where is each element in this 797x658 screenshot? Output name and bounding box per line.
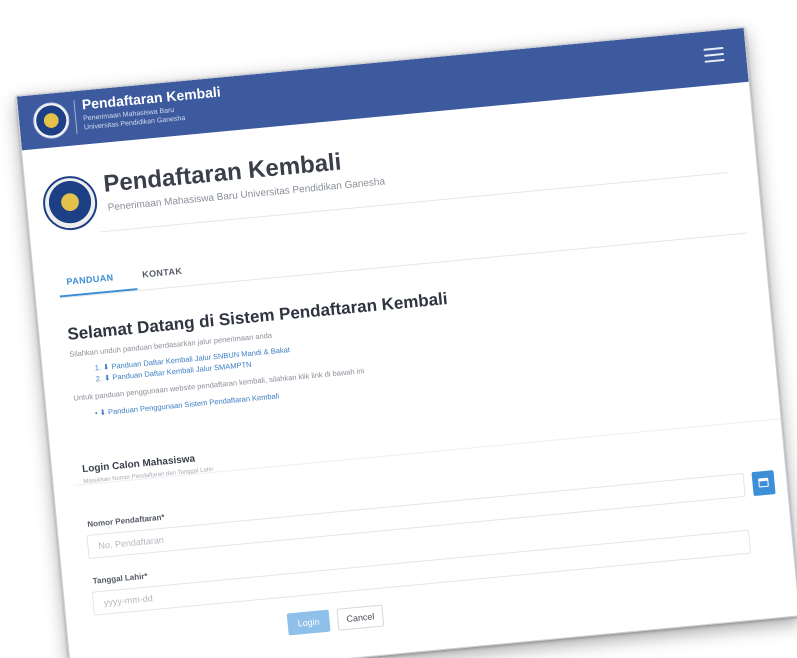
login-divider: [73, 418, 781, 487]
screenshot-scene: Pendaftaran Kembali Penerimaan Mahasiswa…: [0, 0, 797, 658]
top-navbar: Pendaftaran Kembali Penerimaan Mahasiswa…: [16, 27, 749, 151]
university-logo-icon[interactable]: [31, 100, 71, 141]
hamburger-bar: [703, 46, 724, 51]
tab-kontak[interactable]: KONTAK: [142, 266, 183, 280]
tab-panduan[interactable]: PANDUAN: [66, 272, 114, 286]
browser-window: Pendaftaran Kembali Penerimaan Mahasiswa…: [15, 26, 797, 658]
calendar-button[interactable]: [751, 470, 776, 497]
tanggal-lahir-label: Tanggal Lahir*: [92, 571, 148, 586]
hamburger-bar: [703, 52, 725, 57]
login-button[interactable]: Login: [286, 609, 331, 636]
cancel-button[interactable]: Cancel: [336, 604, 385, 631]
calendar-icon: [758, 477, 769, 488]
navbar-divider: [73, 100, 78, 135]
university-seal-icon: [40, 173, 100, 233]
tabs-divider: [59, 232, 747, 299]
hamburger-menu-icon[interactable]: [703, 46, 725, 63]
hamburger-bar: [704, 58, 725, 63]
nomor-pendaftaran-label: Nomor Pendaftaran*: [87, 512, 165, 529]
